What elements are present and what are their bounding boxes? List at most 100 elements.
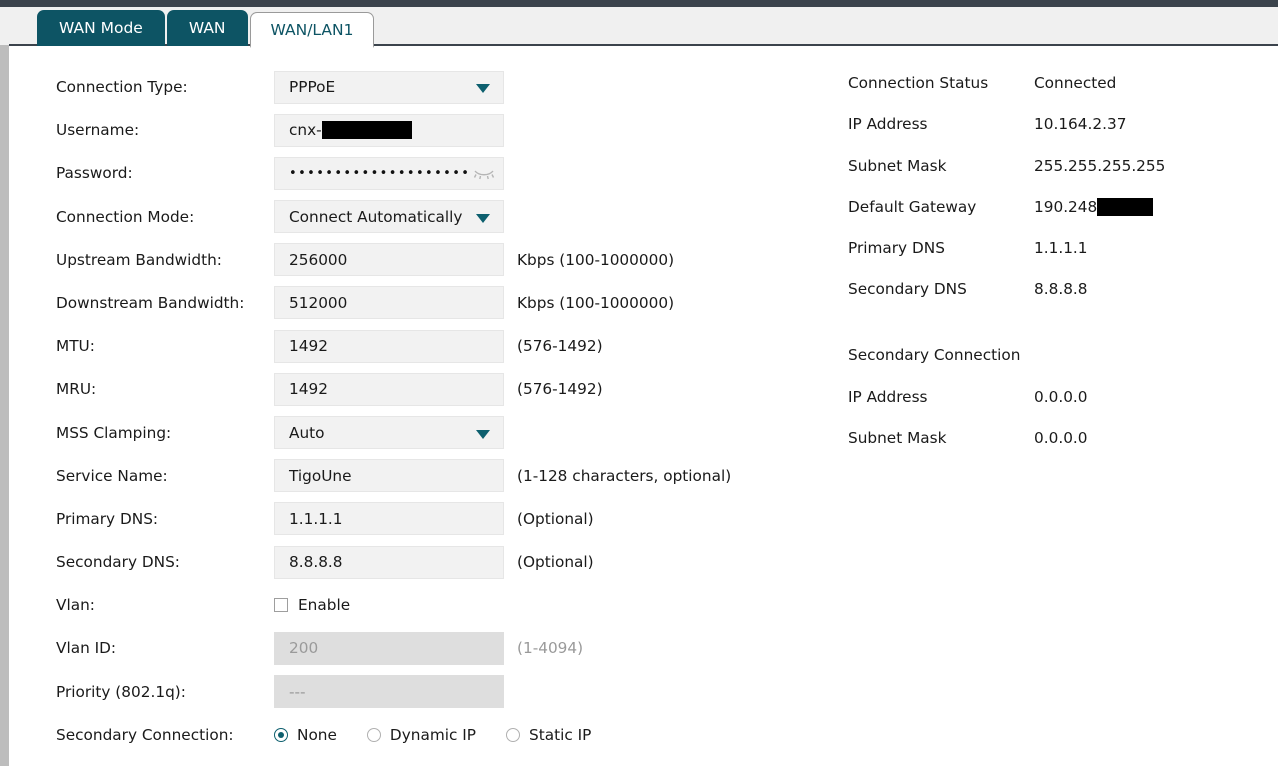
mss-clamping-value: Auto <box>289 423 325 442</box>
primary-dns-input[interactable]: 1.1.1.1 <box>274 502 504 536</box>
vlan-label: Vlan: <box>56 596 95 615</box>
secondary-dns-input[interactable]: 8.8.8.8 <box>274 545 504 579</box>
password-label: Password: <box>56 164 133 183</box>
status-value-default-gateway: 190.248 <box>1034 197 1154 217</box>
status-value-primary-dns: 1.1.1.1 <box>1034 239 1088 258</box>
status-label-connection-status: Connection Status <box>848 74 989 92</box>
row-mru: MRU: 1492 (576-1492) <box>56 372 731 406</box>
row-password: Password: •••••••••••••••••••••••• <box>56 156 731 190</box>
upstream-bandwidth-value: 256000 <box>289 250 348 269</box>
left-edge-rail <box>0 7 9 766</box>
chevron-down-icon <box>476 84 490 93</box>
row-mss-clamping: MSS Clamping: Auto <box>56 416 731 449</box>
tab-wan-mode[interactable]: WAN Mode <box>37 10 165 46</box>
status-row-secondary-ip-address: IP Address 0.0.0.0 <box>848 384 1268 410</box>
default-gateway-text: 190.248 <box>1034 197 1098 216</box>
radio-button-none-icon <box>274 727 288 742</box>
mss-clamping-label: MSS Clamping: <box>56 423 172 442</box>
mru-label: MRU: <box>56 380 97 399</box>
row-connection-mode: Connection Mode: Connect Automatically <box>56 200 731 234</box>
row-vlan: Vlan: Enable <box>56 591 731 619</box>
downstream-bandwidth-label: Downstream Bandwidth: <box>56 293 245 312</box>
radio-option-dynamic-ip[interactable]: Dynamic IP <box>366 725 476 744</box>
status-label-default-gateway: Default Gateway <box>848 197 977 216</box>
secondary-dns-hint: (Optional) <box>517 553 594 572</box>
status-label-ip-address: IP Address <box>848 115 928 134</box>
row-priority: Priority (802.1q): --- <box>56 675 731 709</box>
connection-status-panel: Connection Status Connected IP Address 1… <box>848 70 1268 466</box>
eye-off-icon[interactable] <box>473 165 495 181</box>
tab-list: WAN Mode WAN WAN/LAN1 <box>37 10 375 48</box>
status-row-secondary-dns: Secondary DNS 8.8.8.8 <box>848 276 1268 302</box>
status-row-default-gateway: Default Gateway 190.248 <box>848 194 1268 220</box>
connection-type-label: Connection Type: <box>56 78 188 96</box>
status-value-secondary-subnet-mask: 0.0.0.0 <box>1034 429 1088 448</box>
priority-input[interactable]: --- <box>274 675 504 709</box>
secondary-connection-label: Secondary Connection: <box>56 725 234 744</box>
router-config-page: WAN Mode WAN WAN/LAN1 Connection Type: P… <box>0 0 1278 766</box>
upstream-bandwidth-hint: Kbps (100-1000000) <box>517 250 675 269</box>
username-label: Username: <box>56 121 140 140</box>
left-edge-rail-top <box>0 7 9 45</box>
mss-clamping-select[interactable]: Auto <box>274 416 504 449</box>
downstream-bandwidth-input[interactable]: 512000 <box>274 286 504 320</box>
mru-hint: (576-1492) <box>517 380 603 399</box>
row-primary-dns: Primary DNS: 1.1.1.1 (Optional) <box>56 502 731 536</box>
content-area: Connection Type: PPPoE Username: cnx- Pa… <box>9 48 1278 766</box>
vlan-id-label: Vlan ID: <box>56 639 117 658</box>
service-name-value: TigoUne <box>289 466 352 485</box>
row-username: Username: cnx- <box>56 113 731 147</box>
username-value: cnx- <box>289 121 322 140</box>
primary-dns-hint: (Optional) <box>517 509 594 528</box>
status-value-secondary-dns: 8.8.8.8 <box>1034 280 1088 299</box>
connection-type-select[interactable]: PPPoE <box>274 70 504 104</box>
tab-strip: WAN Mode WAN WAN/LAN1 <box>9 7 1278 48</box>
tab-wan-lan1[interactable]: WAN/LAN1 <box>249 12 375 48</box>
radio-button-static-ip-icon <box>505 727 520 742</box>
tab-wan-mode-label: WAN Mode <box>59 19 143 37</box>
downstream-bandwidth-value: 512000 <box>289 293 348 312</box>
username-input[interactable]: cnx- <box>274 113 504 147</box>
mru-input[interactable]: 1492 <box>274 372 504 406</box>
row-service-name: Service Name: TigoUne (1-128 characters,… <box>56 459 731 493</box>
priority-placeholder: --- <box>289 682 306 701</box>
mtu-input[interactable]: 1492 <box>274 329 504 363</box>
radio-option-none[interactable]: None <box>274 726 337 744</box>
upstream-bandwidth-input[interactable]: 256000 <box>274 243 504 277</box>
status-row-connection-status: Connection Status Connected <box>848 70 1268 96</box>
radio-option-static-ip[interactable]: Static IP <box>505 726 591 744</box>
status-row-subnet-mask: Subnet Mask 255.255.255.255 <box>848 153 1268 179</box>
status-value-secondary-ip-address: 0.0.0.0 <box>1034 387 1088 406</box>
radio-button-dynamic-ip-icon <box>366 727 381 742</box>
status-row-secondary-subnet-mask: Subnet Mask 0.0.0.0 <box>848 425 1268 451</box>
password-input[interactable]: •••••••••••••••••••••••• <box>274 156 504 190</box>
mtu-hint: (576-1492) <box>517 337 603 356</box>
row-connection-type: Connection Type: PPPoE <box>56 70 731 104</box>
vlan-enable-checkbox[interactable]: Enable <box>274 596 350 614</box>
connection-mode-value: Connect Automatically <box>289 207 463 226</box>
service-name-label: Service Name: <box>56 466 168 485</box>
tab-wan[interactable]: WAN <box>166 10 248 46</box>
status-value-subnet-mask: 255.255.255.255 <box>1034 156 1166 175</box>
secondary-dns-label: Secondary DNS: <box>56 553 180 572</box>
service-name-input[interactable]: TigoUne <box>274 459 504 493</box>
status-secondary-connection-heading: Secondary Connection <box>848 346 1021 365</box>
status-label-primary-dns: Primary DNS <box>848 239 945 258</box>
row-mtu: MTU: 1492 (576-1492) <box>56 329 731 363</box>
connection-mode-select[interactable]: Connect Automatically <box>274 200 504 234</box>
tab-wan-lan1-label: WAN/LAN1 <box>270 20 354 39</box>
secondary-connection-radio-group: None Dynamic IP Static IP <box>274 726 621 744</box>
status-value-connection-status: Connected <box>1034 74 1117 92</box>
default-gateway-redaction-bar <box>1097 198 1154 217</box>
row-secondary-dns: Secondary DNS: 8.8.8.8 (Optional) <box>56 545 731 579</box>
password-value: •••••••••••••••••••••••• <box>289 166 469 180</box>
radio-label-dynamic-ip: Dynamic IP <box>389 725 476 744</box>
row-downstream-bandwidth: Downstream Bandwidth: 512000 Kbps (100-1… <box>56 286 731 320</box>
primary-dns-value: 1.1.1.1 <box>289 509 343 528</box>
vlan-id-input[interactable]: 200 <box>274 631 504 665</box>
row-upstream-bandwidth: Upstream Bandwidth: 256000 Kbps (100-100… <box>56 243 731 277</box>
status-value-ip-address: 10.164.2.37 <box>1034 115 1127 134</box>
status-label-secondary-ip-address: IP Address <box>848 387 928 406</box>
row-secondary-connection: Secondary Connection: None Dynamic IP St… <box>56 721 731 749</box>
status-row-ip-address: IP Address 10.164.2.37 <box>848 111 1268 137</box>
